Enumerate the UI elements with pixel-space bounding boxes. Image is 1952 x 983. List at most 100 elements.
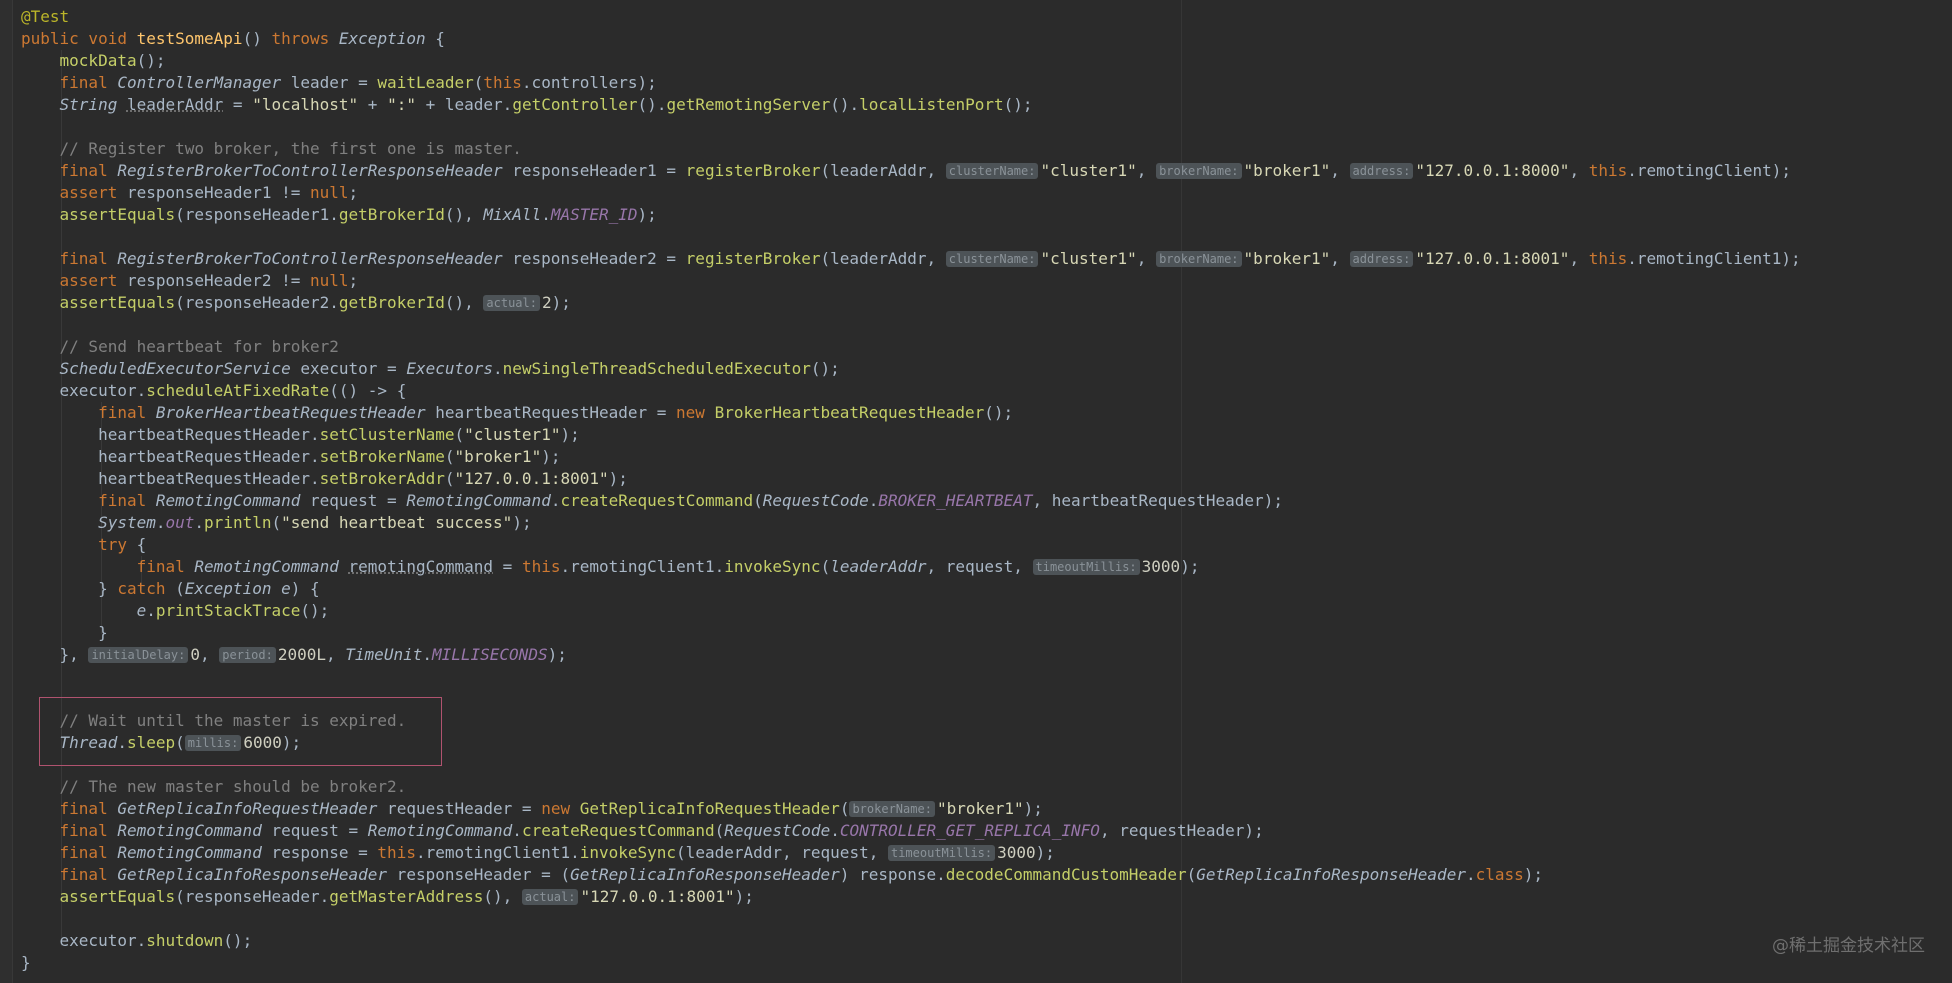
code-text: ( (839, 799, 850, 818)
code-line[interactable]: final RemotingCommand response = this.re… (21, 842, 1055, 864)
highlight-box (39, 697, 442, 766)
code-token: e (136, 601, 147, 620)
code-line[interactable]: assertEquals(responseHeader.getMasterAdd… (21, 886, 754, 908)
code-text: (); (223, 931, 253, 950)
code-token: Exception (338, 29, 426, 48)
code-line[interactable]: ScheduledExecutorService executor = Exec… (21, 358, 840, 380)
code-text: (), (483, 887, 522, 906)
code-text: heartbeatRequestHeader. (21, 469, 320, 488)
code-line[interactable]: mockData(); (21, 50, 166, 72)
code-line[interactable]: final GetReplicaInfoResponseHeader respo… (21, 864, 1544, 886)
code-token: "127.0.0.1:8001" (1415, 249, 1570, 268)
code-token: "cluster1" (1040, 249, 1137, 268)
code-token: final (59, 73, 118, 92)
code-text: (leaderAddr, (820, 161, 946, 180)
code-line[interactable]: }, initialDelay: 0, period: 2000L, TimeUni… (21, 644, 567, 666)
code-line[interactable]: final GetReplicaInfoRequestHeader reques… (21, 798, 1043, 820)
code-text: (responseHeader2. (175, 293, 339, 312)
code-line[interactable]: assertEquals(responseHeader2.getBrokerId… (21, 292, 571, 314)
code-line[interactable]: try { (21, 534, 146, 556)
code-line[interactable]: final ControllerManager leader = waitLea… (21, 72, 657, 94)
code-token: leaderAddr (126, 95, 224, 114)
code-line[interactable]: assert responseHeader1 != null; (21, 182, 359, 204)
code-line[interactable]: assertEquals(responseHeader1.getBrokerId… (21, 204, 657, 226)
code-line[interactable]: heartbeatRequestHeader.setClusterName("c… (21, 424, 580, 446)
code-line[interactable]: final RemotingCommand request = Remoting… (21, 490, 1283, 512)
code-line[interactable]: } catch (Exception e) { (21, 578, 320, 600)
code-text: (leaderAddr, (820, 249, 946, 268)
code-editor[interactable]: @Test public void testSomeApi() throws Ex… (0, 0, 1952, 983)
code-text: ) { (290, 579, 320, 598)
code-token: shutdown (146, 931, 224, 950)
code-line[interactable]: final RemotingCommand remotingCommand = … (21, 556, 1200, 578)
code-line[interactable]: // Send heartbeat for broker2 (21, 336, 339, 358)
code-text: responseHeader2 = (502, 249, 686, 268)
code-token: this (1588, 249, 1628, 268)
code-line[interactable]: heartbeatRequestHeader.setBrokerName("br… (21, 446, 560, 468)
code-token: final (59, 865, 118, 884)
code-token: leaderAddr (830, 557, 927, 576)
code-line[interactable]: final RegisterBrokerToControllerResponse… (21, 248, 1801, 270)
code-line[interactable]: executor.scheduleAtFixedRate(() -> { (21, 380, 407, 402)
code-text: ); (1035, 843, 1055, 862)
code-token: "broker1" (1243, 161, 1331, 180)
code-text: .remotingClient); (1627, 161, 1791, 180)
code-text: = (223, 95, 253, 114)
code-token: getMasterAddress (329, 887, 484, 906)
code-token: "send heartbeat success" (281, 513, 513, 532)
code-token: System (98, 513, 156, 532)
code-token: this (483, 73, 522, 92)
code-token: newSingleThreadScheduledExecutor (502, 359, 811, 378)
parameter-hint: clusterName: (945, 163, 1039, 179)
code-token: try (98, 535, 137, 554)
code-token: null (310, 183, 349, 202)
code-line[interactable]: final BrokerHeartbeatRequestHeader heart… (21, 402, 1013, 424)
code-token: this (377, 843, 416, 862)
code-line[interactable]: // Register two broker, the first one is… (21, 138, 522, 160)
code-line[interactable]: String leaderAddr = "localhost" + ":" + … (21, 94, 1033, 116)
parameter-hint: address: (1349, 163, 1414, 179)
code-line[interactable]: public void testSomeApi() throws Excepti… (21, 28, 445, 50)
code-text: (), (444, 205, 484, 224)
code-text: ( (271, 513, 282, 532)
code-text: .remotingClient1. (560, 557, 725, 576)
code-line[interactable]: System.out.println("send heartbeat succe… (21, 512, 532, 534)
code-text: ( (714, 821, 725, 840)
code-line[interactable]: heartbeatRequestHeader.setBrokerAddr("12… (21, 468, 628, 490)
code-token: ScheduledExecutorService (59, 359, 291, 378)
code-line[interactable]: executor.shutdown(); (21, 930, 253, 952)
code-token: GetReplicaInfoResponseHeader (1196, 865, 1466, 884)
parameter-hint: clusterName: (945, 251, 1039, 267)
code-token: assert (59, 183, 127, 202)
code-line[interactable]: e.printStackTrace(); (21, 600, 330, 622)
code-text: heartbeatRequestHeader. (21, 447, 320, 466)
code-line[interactable]: } (21, 952, 31, 974)
code-token: RequestCode (724, 821, 831, 840)
code-token: null (310, 271, 349, 290)
code-text: ); (1023, 799, 1043, 818)
code-text: (), (444, 293, 484, 312)
code-token: new (541, 799, 580, 818)
code-token: remotingCommand (348, 557, 494, 576)
code-token: 0 (190, 645, 200, 664)
code-line[interactable]: @Test (21, 6, 69, 28)
code-text: . (422, 645, 432, 664)
code-text: response = (261, 843, 378, 862)
code-line[interactable]: // The new master should be broker2. (21, 776, 407, 798)
code-token: setBrokerAddr (319, 469, 445, 488)
code-line[interactable]: } (21, 622, 108, 644)
code-token: getBrokerId (338, 205, 445, 224)
code-line[interactable]: assert responseHeader2 != null; (21, 270, 359, 292)
code-text: + leader. (415, 95, 513, 114)
code-token: GetReplicaInfoResponseHeader (570, 865, 840, 884)
code-line[interactable]: final RegisterBrokerToControllerResponse… (21, 160, 1791, 182)
code-line[interactable]: final RemotingCommand request = Remoting… (21, 820, 1264, 842)
code-token: registerBroker (685, 161, 821, 180)
